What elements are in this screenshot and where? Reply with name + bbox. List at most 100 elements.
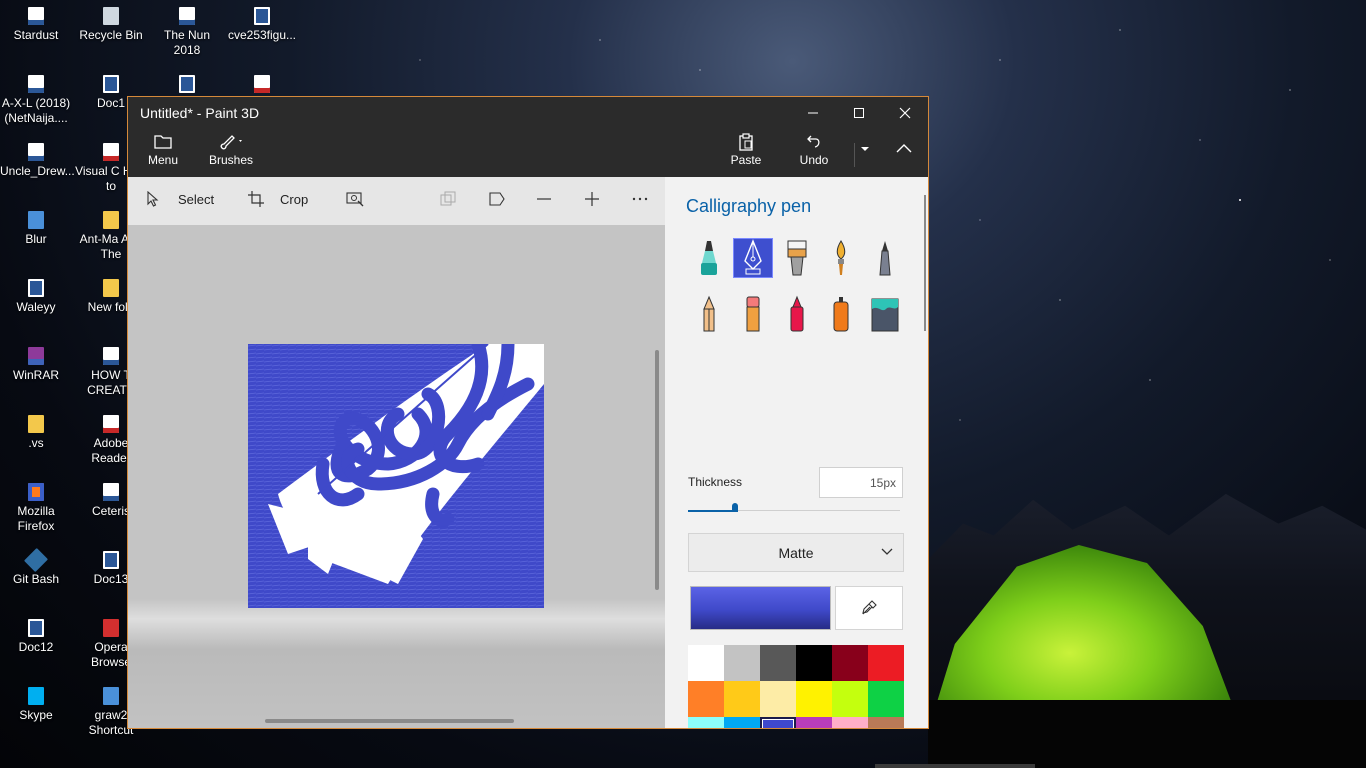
fill-brush[interactable] [865,294,905,334]
desktop-icon-partial-1[interactable] [151,75,223,95]
canvas-area[interactable] [128,225,665,728]
desktop-icon-partial-2[interactable] [226,75,298,95]
desktop-icon-uncle-drew[interactable]: Uncle_Drew... [0,143,75,179]
drawing-canvas[interactable] [248,344,544,608]
spray-can-brush[interactable] [821,294,861,334]
zoom-in-button[interactable] [584,191,600,207]
brush-icon [220,135,242,150]
palette-color-swatch[interactable] [868,717,904,728]
paint3d-window: Untitled* - Paint 3D Menu Brushes Paste … [127,96,929,729]
palette-color-swatch[interactable] [724,681,760,717]
palette-color-swatch[interactable] [832,717,868,728]
minimize-button[interactable] [790,97,836,129]
calligraphy-pen-brush[interactable] [733,238,773,278]
oil-brush[interactable] [777,238,817,278]
wallpaper-ground [928,700,1366,768]
desktop-icon-winrar[interactable]: WinRAR [0,347,72,383]
watercolor-brush[interactable] [821,238,861,278]
palette-color-swatch[interactable] [832,681,868,717]
palette-color-swatch[interactable] [796,717,832,728]
desktop-icon-recycle-bin[interactable]: Recycle Bin [75,7,147,43]
panel-scrollbar[interactable] [924,195,926,331]
paste-button[interactable]: Paste [726,133,766,167]
menu-button[interactable]: Menu [140,133,186,167]
minimize-icon [808,112,818,114]
crayon-brush[interactable] [777,294,817,334]
undo-icon [807,135,820,148]
desktop-icon-axl[interactable]: A-X-L (2018) (NetNaija.... [0,75,72,126]
palette-color-swatch[interactable] [724,717,760,728]
paste-icon [739,133,753,151]
pixel-pen-brush[interactable] [865,238,905,278]
window-title: Untitled* - Paint 3D [140,105,260,121]
desktop-icon-stardust[interactable]: Stardust [0,7,72,43]
sticker-tool[interactable] [488,191,506,207]
desktop-icon-firefox[interactable]: Mozilla Firefox [0,483,72,534]
horizontal-scrollbar[interactable] [265,719,514,723]
doc-icon [103,483,119,501]
desktop-icon-the-nun[interactable]: The Nun 2018 [151,7,223,58]
eraser-brush[interactable] [733,294,773,334]
vertical-scrollbar[interactable] [655,350,659,590]
thickness-input[interactable]: 15px [819,467,903,498]
palette-color-swatch[interactable] [688,645,724,681]
desktop-icon-doc12[interactable]: Doc12 [0,619,72,655]
brushes-button[interactable]: Brushes [206,133,256,167]
doc-icon [28,143,44,161]
fill-bucket-icon [871,298,899,332]
finish-dropdown[interactable]: Matte [688,533,904,572]
current-color-swatch[interactable] [690,586,831,630]
palette-color-swatch[interactable] [760,645,796,681]
undo-button[interactable]: Undo [794,133,834,167]
thickness-slider-fill [688,510,735,512]
collapse-ribbon-button[interactable] [893,143,915,155]
palette-color-swatch[interactable] [724,645,760,681]
title-bar[interactable]: Untitled* - Paint 3D [128,97,928,129]
close-icon [899,107,911,119]
desktop-icon-vs[interactable]: .vs [0,415,72,451]
palette-color-swatch[interactable] [868,645,904,681]
folder-icon [28,415,44,433]
pencil-brush[interactable] [689,294,729,334]
more-options-button[interactable] [632,191,648,207]
maximize-icon [854,108,864,118]
maximize-button[interactable] [836,97,882,129]
finish-value: Matte [778,545,814,561]
palette-color-swatch[interactable] [832,645,868,681]
panel-title: Calligraphy pen [686,196,812,216]
desktop-icon-waleyy[interactable]: Waleyy [0,279,72,315]
palette-color-swatch[interactable] [868,681,904,717]
eyedropper-button[interactable] [835,586,903,630]
git-icon [23,547,49,573]
zoom-out-button[interactable] [536,191,552,207]
thickness-slider-thumb[interactable] [731,503,738,512]
canvas-toolbar: Select Crop [128,177,665,225]
magic-select-tool[interactable] [346,191,364,207]
watercolor-icon [836,240,846,275]
pdf-icon [103,143,119,161]
doc-icon [28,75,44,93]
eyedropper-icon [862,600,877,615]
taskbar-edge [875,764,1035,768]
copy-3d-tool[interactable] [440,191,456,207]
word-icon [28,619,44,637]
palette-color-swatch[interactable] [760,681,796,717]
crayon-icon [790,295,804,332]
crop-tool[interactable]: Crop [248,191,308,207]
palette-color-swatch[interactable] [688,717,724,728]
calligraphy-pen-icon [744,239,762,275]
word-icon [179,75,195,93]
more-dropdown-button[interactable] [855,145,875,155]
marker-brush[interactable] [689,238,729,278]
palette-color-swatch[interactable] [796,681,832,717]
palette-color-swatch[interactable] [796,645,832,681]
select-tool[interactable]: Select [146,191,214,207]
desktop-icon-blur[interactable]: Blur [0,211,72,247]
desktop-icon-cve253[interactable]: cve253figu... [226,7,298,43]
brush-panel: Calligraphy pen Thickness 15px Matte [665,177,928,728]
palette-color-swatch[interactable] [688,681,724,717]
desktop-icon-git-bash[interactable]: Git Bash [0,547,72,587]
close-button[interactable] [882,97,928,129]
desktop-icon-skype[interactable]: Skype [0,687,72,723]
palette-color-swatch[interactable] [760,717,796,728]
